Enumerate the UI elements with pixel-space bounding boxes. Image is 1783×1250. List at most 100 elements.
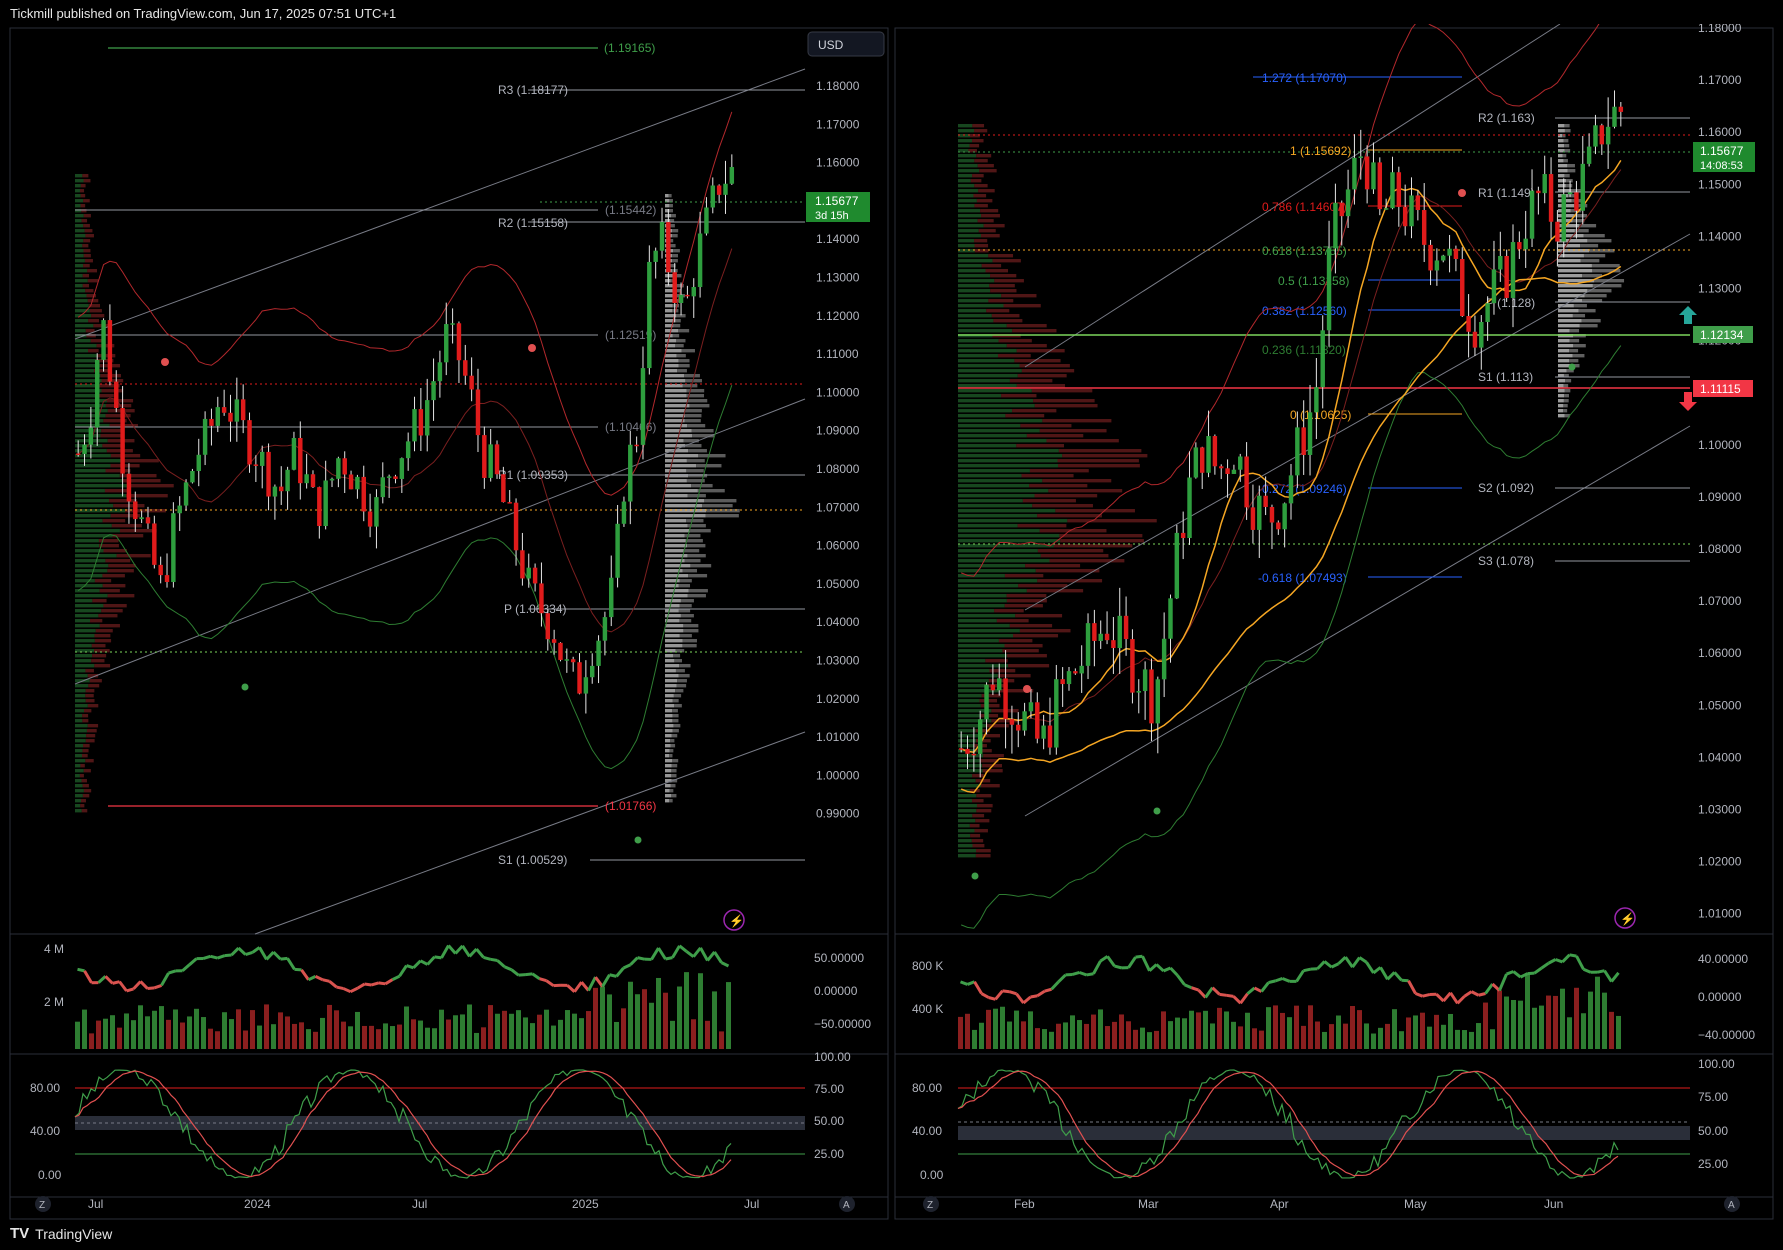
profile-bar — [1558, 179, 1567, 183]
footer-brand[interactable]: TV TradingView — [10, 1225, 112, 1242]
volume-bar — [488, 1005, 493, 1049]
volume-bar — [306, 1029, 311, 1049]
level-label: R1 (1.09353) — [498, 468, 568, 482]
profile-bar — [75, 594, 108, 598]
profile-bar — [85, 689, 95, 693]
pivot-label: R2 (1.163) — [1478, 111, 1535, 125]
candle — [1364, 156, 1370, 190]
profile-bar — [75, 229, 85, 233]
candle — [1377, 162, 1383, 210]
candle — [1111, 640, 1116, 649]
profile-bar — [678, 609, 691, 613]
profile-bar — [103, 549, 127, 553]
volume-bar — [1490, 1029, 1495, 1049]
profile-bar — [75, 524, 112, 528]
profile-bar — [665, 329, 679, 333]
volume-bar — [1049, 1031, 1054, 1049]
profile-bar — [970, 834, 981, 838]
profile-bar — [682, 644, 697, 648]
profile-bar — [81, 754, 88, 758]
candle — [704, 207, 709, 234]
osc-tick: 0.00000 — [814, 984, 858, 998]
profile-bar — [75, 279, 88, 283]
corner-z: Z — [927, 1200, 933, 1211]
profile-bar — [669, 789, 674, 793]
profile-bar — [75, 664, 95, 668]
volume-bar — [1259, 1030, 1264, 1049]
candle — [253, 464, 259, 466]
profile-bar — [670, 739, 675, 743]
profile-bar — [75, 559, 106, 563]
profile-bar — [958, 179, 971, 183]
profile-bar — [81, 219, 88, 223]
profile-bar — [672, 259, 678, 263]
profile-bar — [1026, 434, 1084, 438]
profile-bar — [958, 164, 978, 168]
candle — [126, 473, 132, 502]
profile-bar — [958, 844, 973, 848]
candle — [329, 478, 335, 481]
profile-bar — [985, 269, 1009, 273]
price-tick: 1.12000 — [816, 309, 860, 323]
momentum-segment — [483, 955, 491, 961]
candle — [1231, 469, 1237, 474]
candle — [672, 272, 677, 304]
volume-bar — [1238, 1026, 1243, 1049]
profile-bar — [691, 484, 713, 488]
profile-bar — [83, 264, 90, 268]
currency-button[interactable]: USD — [807, 31, 885, 57]
candle — [990, 684, 996, 691]
chart-canvas[interactable]: USD (1.19165) R3 (1.18177) (1.15442) R2 … — [0, 24, 1783, 1244]
profile-bar — [75, 224, 84, 228]
momentum-segment — [245, 950, 253, 956]
volume-bar — [320, 1017, 325, 1049]
profile-bar — [670, 744, 676, 748]
profile-bar — [688, 449, 707, 453]
momentum-segment — [609, 973, 617, 978]
fib-label: 0.5 (1.13158) — [1278, 274, 1349, 288]
volume-bar — [180, 1022, 185, 1049]
profile-bar — [958, 619, 997, 623]
price-tick: 1.17000 — [1698, 73, 1742, 87]
profile-bar — [75, 319, 89, 323]
profile-bar — [958, 269, 986, 273]
profile-bar — [671, 734, 678, 738]
volume-bar — [257, 1025, 262, 1049]
profile-bar — [1565, 379, 1572, 383]
price-tick: 1.17000 — [816, 117, 860, 131]
volume-bar — [1077, 1020, 1082, 1049]
profile-bar — [990, 289, 1017, 293]
candle — [997, 678, 1002, 691]
profile-bar — [75, 669, 86, 673]
profile-bar — [1563, 139, 1569, 143]
profile-bar — [671, 794, 677, 798]
profile-bar — [82, 174, 89, 178]
profile-bar — [958, 614, 1016, 618]
profile-bar — [672, 229, 679, 233]
volume-bar — [1406, 1017, 1411, 1049]
volume-bar — [1154, 1030, 1159, 1049]
volume-bar — [705, 1020, 710, 1049]
volume-bar — [82, 1009, 87, 1049]
candle — [1453, 248, 1459, 259]
profile-bar — [75, 294, 87, 298]
profile-bar — [971, 839, 984, 843]
profile-bar — [665, 579, 680, 583]
profile-bar — [1558, 384, 1564, 388]
profile-bar — [1558, 254, 1584, 258]
candle — [469, 375, 474, 390]
profile-bar — [669, 749, 674, 753]
profile-bar — [1058, 449, 1142, 453]
profile-bar — [75, 769, 84, 773]
candle — [1136, 691, 1141, 693]
profile-bar — [75, 599, 93, 603]
profile-bar — [958, 259, 993, 263]
candle — [82, 444, 87, 454]
volume-bar — [341, 1021, 346, 1049]
profile-bar — [75, 459, 122, 463]
profile-bar — [1558, 414, 1565, 418]
profile-bar — [992, 259, 1021, 263]
profile-bar — [977, 219, 994, 223]
profile-bar — [83, 239, 91, 243]
profile-bar — [974, 159, 988, 163]
